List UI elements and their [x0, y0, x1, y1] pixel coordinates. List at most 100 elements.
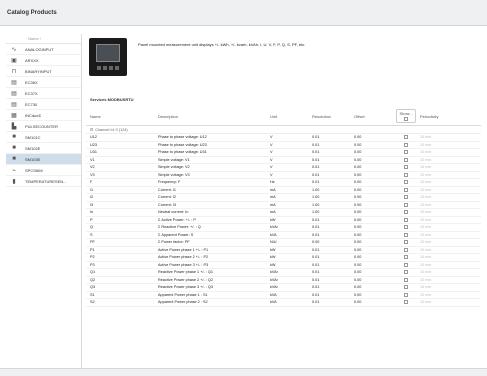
- sidebar-item[interactable]: ■ SM103E: [6, 154, 81, 165]
- table-row[interactable]: I1 Current: I1 mA 1.00 0.00 10 min: [86, 187, 481, 194]
- channel-group-row[interactable]: ⊟ Channel Id: 0 (124): [86, 126, 481, 134]
- cell-periodicity[interactable]: 10 min: [416, 233, 476, 237]
- show-checkbox[interactable]: [404, 195, 408, 200]
- sidebar-item[interactable]: ■ SM101C: [6, 132, 81, 143]
- column-header-unit[interactable]: Unit: [268, 108, 310, 125]
- sidebar-item-label: INCdueD: [25, 112, 42, 118]
- show-checkbox[interactable]: [404, 150, 408, 155]
- table-row[interactable]: S2 Apparent Power phase 2 : S2 kVA 0.01 0.00…: [86, 299, 481, 307]
- sidebar-item[interactable]: ▤ EC730: [6, 99, 81, 110]
- table-row[interactable]: P1 Active Power phase 1 +/- : P1 kW 0.01 0.0…: [86, 247, 481, 254]
- table-row[interactable]: S Σ Apparent Power: S kVA 0.01 0.00 10 min: [86, 232, 481, 239]
- cell-periodicity[interactable]: 10 min: [416, 300, 476, 304]
- show-checkbox[interactable]: [404, 135, 408, 140]
- table-row[interactable]: I2 Current: I2 mA 1.00 0.00 10 min: [86, 194, 481, 202]
- show-checkbox[interactable]: [404, 277, 408, 282]
- sidebar-item[interactable]: ▤ EC37X: [6, 88, 81, 99]
- cell-periodicity[interactable]: 10 min: [416, 165, 476, 169]
- cell-periodicity[interactable]: 10 min: [416, 240, 476, 244]
- window-title: Catalog Products: [0, 0, 487, 26]
- cell-periodicity[interactable]: 10 min: [416, 180, 476, 184]
- sidebar-item[interactable]: ▦ INCdueD: [6, 110, 81, 121]
- sidebar-column-header[interactable]: Name ↑: [6, 34, 81, 44]
- cell-unit: kVAr: [270, 225, 278, 230]
- column-header-description[interactable]: Description: [156, 108, 268, 125]
- column-header-periodicity[interactable]: Periodicity: [416, 108, 476, 125]
- column-header-name[interactable]: Name: [86, 108, 156, 125]
- show-checkbox[interactable]: [404, 300, 408, 305]
- sidebar-item[interactable]: ⌁ SPCS6IM: [6, 165, 81, 176]
- cell-periodicity[interactable]: 10 min: [416, 278, 476, 282]
- cell-periodicity[interactable]: 10 min: [416, 173, 476, 177]
- sidebar-item[interactable]: ▤ EC36X: [6, 77, 81, 88]
- show-checkbox[interactable]: [404, 165, 408, 170]
- table-row[interactable]: U31 Phase to phase voltage: U31 V 0.01 0.00 1…: [86, 149, 481, 157]
- table-row[interactable]: In Neutral current: In mA 1.00 0.00 10 min: [86, 209, 481, 217]
- table-row[interactable]: Q2 Reactive Power phase 2 +/- : Q2 kVAr 0.0…: [86, 277, 481, 284]
- sidebar-item[interactable]: ⊓ BINARYINPUT: [6, 66, 81, 77]
- show-checkbox[interactable]: [404, 240, 408, 245]
- sidebar-item[interactable]: ■ SM102E: [6, 143, 81, 154]
- show-checkbox[interactable]: [404, 142, 408, 147]
- table-row[interactable]: V1 Simple voltage: V1 V 0.01 0.00 10 min: [86, 157, 481, 164]
- show-checkbox[interactable]: [404, 210, 408, 215]
- show-all-checkbox[interactable]: [404, 117, 408, 121]
- cell-periodicity[interactable]: 10 min: [416, 150, 476, 154]
- cell-periodicity[interactable]: 10 min: [416, 143, 476, 147]
- table-row[interactable]: P2 Active Power phase 2 +/- : P2 kW 0.01 0.0…: [86, 254, 481, 262]
- show-checkbox[interactable]: [404, 247, 408, 252]
- show-checkbox[interactable]: [404, 202, 408, 207]
- cell-periodicity[interactable]: 10 min: [416, 263, 476, 267]
- table-row[interactable]: Q Σ Reactive Power: +/- : Q kVAr 0.01 0.00 10…: [86, 224, 481, 232]
- cell-periodicity[interactable]: 10 min: [416, 135, 476, 139]
- column-header-resolution[interactable]: Resolution: [310, 108, 352, 125]
- cell-periodicity[interactable]: 10 min: [416, 293, 476, 297]
- show-checkbox[interactable]: [404, 255, 408, 260]
- cell-periodicity[interactable]: 10 min: [416, 255, 476, 259]
- cell-periodicity[interactable]: 10 min: [416, 218, 476, 222]
- show-checkbox[interactable]: [404, 232, 408, 237]
- cell-show: [396, 292, 416, 297]
- show-checkbox[interactable]: [404, 285, 408, 290]
- cell-periodicity[interactable]: 10 min: [416, 225, 476, 229]
- table-row[interactable]: Q1 Reactive Power phase 1 +/- : Q1 kVAr 0.0…: [86, 269, 481, 277]
- show-checkbox[interactable]: [404, 225, 408, 230]
- table-row[interactable]: V3 Simple voltage: V3 V 0.01 0.00 10 min: [86, 172, 481, 179]
- table-row[interactable]: S1 Apparent Power phase 1 : S1 kVA 0.01 0.00…: [86, 292, 481, 299]
- show-checkbox[interactable]: [404, 292, 408, 297]
- column-header-offset[interactable]: Offset: [352, 108, 396, 125]
- cell-periodicity[interactable]: 10 min: [416, 270, 476, 274]
- table-row[interactable]: I3 Current: I3 mA 1.00 0.00 10 min: [86, 202, 481, 209]
- cell-name: V1: [90, 157, 95, 162]
- table-row[interactable]: V2 Simple voltage: V2 V 0.01 0.00 10 min: [86, 164, 481, 172]
- show-checkbox[interactable]: [404, 157, 408, 162]
- cell-show: [396, 270, 416, 275]
- show-checkbox[interactable]: [404, 217, 408, 222]
- cell-periodicity[interactable]: 10 min: [416, 285, 476, 289]
- sidebar-item[interactable]: ∿ ANALOGINPUT: [6, 44, 81, 55]
- column-header-show[interactable]: Show...: [396, 109, 416, 123]
- show-checkbox[interactable]: [404, 172, 408, 177]
- show-checkbox[interactable]: [404, 270, 408, 275]
- table-row[interactable]: Q3 Reactive Power phase 3 +/- : Q3 kVAr 0.0…: [86, 284, 481, 292]
- sidebar-item[interactable]: ▣ ARXXX: [6, 55, 81, 66]
- table-row[interactable]: U23 Phase to phase voltage: U23 V 0.01 0.00 1…: [86, 142, 481, 149]
- cell-periodicity[interactable]: 10 min: [416, 203, 476, 207]
- table-row[interactable]: F Frequency: F Hz 0.01 0.00 10 min: [86, 179, 481, 187]
- cell-periodicity[interactable]: 10 min: [416, 158, 476, 162]
- cell-periodicity[interactable]: 10 min: [416, 210, 476, 214]
- cell-periodicity[interactable]: 10 min: [416, 195, 476, 199]
- table-row[interactable]: PF Σ Power factor: PF N/U 0.00 0.00 10 min: [86, 239, 481, 247]
- sidebar-item[interactable]: ▮ TEMPERATURESEN...: [6, 176, 81, 187]
- cell-periodicity[interactable]: 10 min: [416, 248, 476, 252]
- show-checkbox[interactable]: [404, 262, 408, 267]
- show-checkbox[interactable]: [404, 180, 408, 185]
- table-row[interactable]: P3 Active Power phase 3 +/- : P3 kW 0.01 0.0…: [86, 262, 481, 269]
- expand-icon[interactable]: ⊟: [90, 127, 93, 132]
- sidebar-item[interactable]: ▙ PULSECOUNTER: [6, 121, 81, 132]
- table-row[interactable]: U12 Phase to phase voltage: U12 V 0.01 0.00 1…: [86, 134, 481, 142]
- cell-name: PF: [90, 240, 95, 245]
- table-row[interactable]: P Σ Active Power: +/- : P kW 0.01 0.00 10 min: [86, 217, 481, 224]
- show-checkbox[interactable]: [404, 187, 408, 192]
- cell-periodicity[interactable]: 10 min: [416, 188, 476, 192]
